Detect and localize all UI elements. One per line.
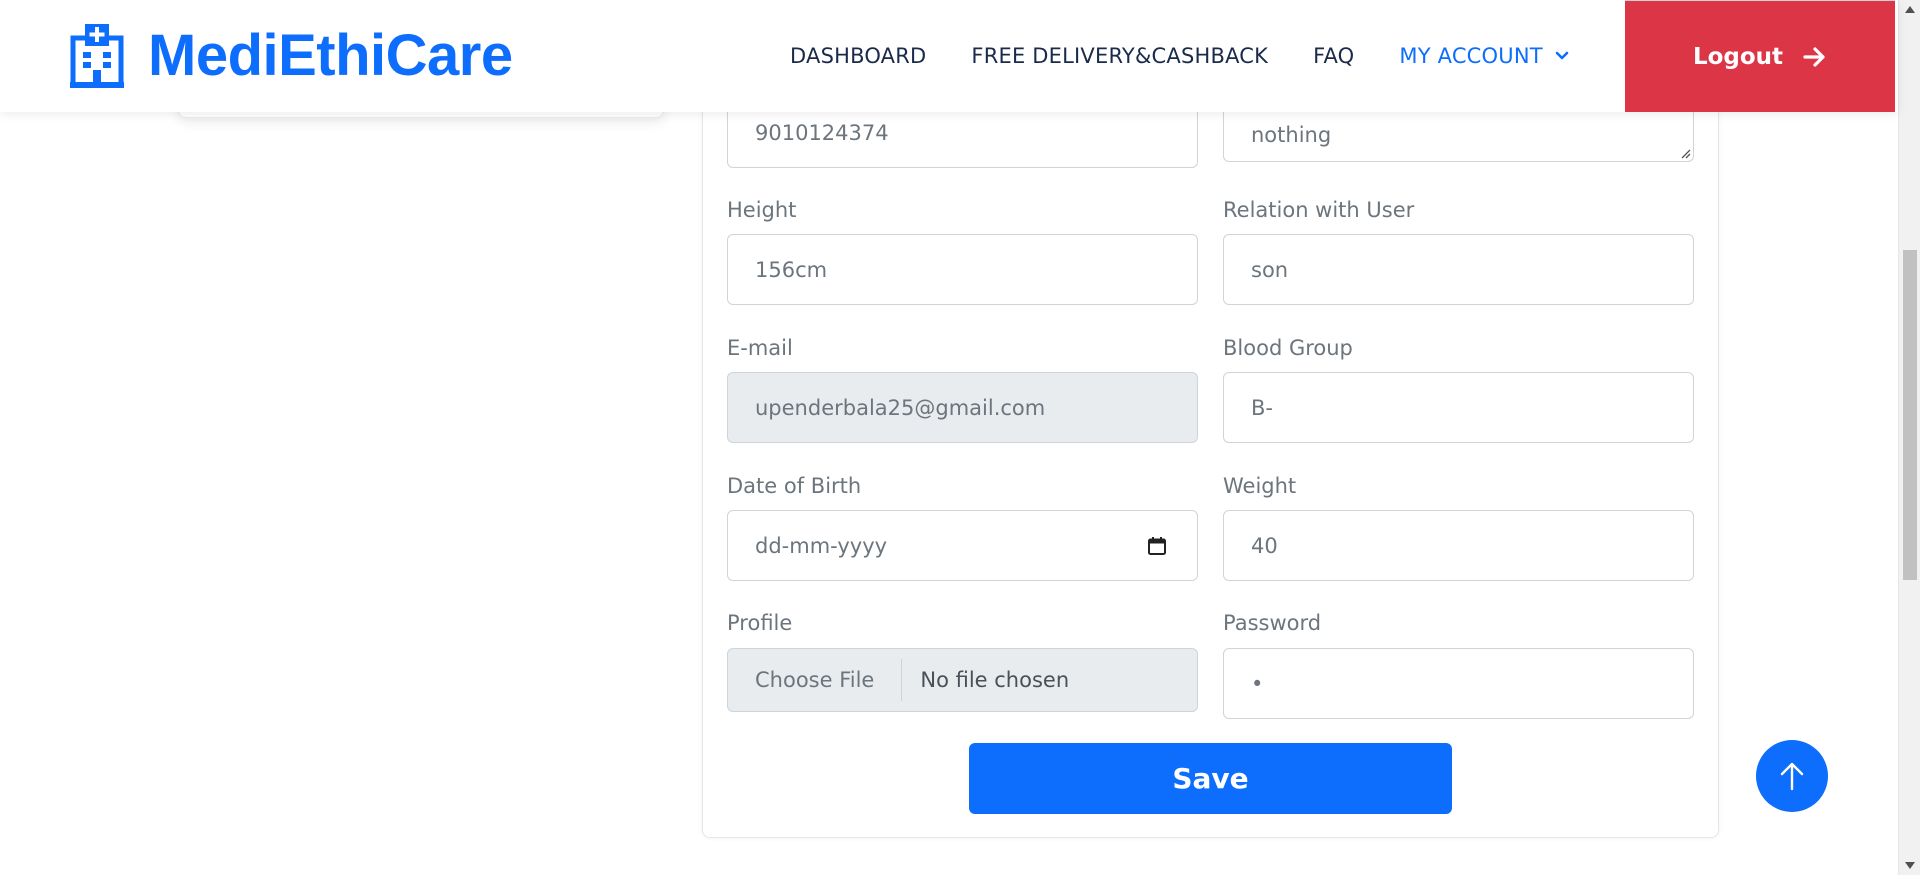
arrow-right-icon — [1803, 46, 1825, 67]
password-value: • — [1251, 671, 1264, 696]
nav-my-account[interactable]: MY ACCOUNT — [1399, 44, 1569, 68]
resize-grip-icon[interactable] — [1679, 147, 1691, 159]
notes-textarea[interactable]: nothing — [1223, 108, 1694, 162]
dob-label: Date of Birth — [727, 474, 862, 498]
email-label: E-mail — [727, 336, 793, 360]
scrollbar-thumb[interactable] — [1903, 250, 1917, 580]
chevron-down-icon — [1555, 51, 1569, 60]
arrow-up-icon — [1780, 762, 1804, 791]
page-scrollbar[interactable] — [1898, 0, 1920, 875]
nav-my-account-label: MY ACCOUNT — [1399, 44, 1543, 68]
dob-input[interactable]: dd-mm-yyyy — [727, 510, 1198, 581]
top-navbar: MediEthiCare DASHBOARD FREE DELIVERY&CAS… — [0, 0, 1898, 112]
blood-group-label: Blood Group — [1223, 336, 1353, 360]
notes-textarea-value: nothing — [1251, 122, 1332, 147]
scroll-up-arrow-icon[interactable] — [1905, 5, 1915, 13]
email-input: upenderbala25@gmail.com — [727, 372, 1198, 443]
blood-group-input[interactable]: B- — [1223, 372, 1694, 443]
dob-value: dd-mm-yyyy — [755, 533, 888, 558]
choose-file-button[interactable]: Choose File — [728, 659, 903, 701]
relation-label: Relation with User — [1223, 198, 1415, 222]
brand-name: MediEthiCare — [148, 23, 513, 88]
nav-dashboard[interactable]: DASHBOARD — [790, 44, 926, 68]
password-input[interactable]: • — [1223, 648, 1694, 719]
password-label: Password — [1223, 611, 1322, 635]
logout-button[interactable]: Logout — [1625, 0, 1895, 112]
weight-label: Weight — [1223, 474, 1297, 498]
nav-links: DASHBOARD FREE DELIVERY&CASHBACK FAQ MY … — [790, 0, 1569, 112]
relation-input[interactable]: son — [1223, 234, 1694, 305]
height-label: Height — [727, 198, 797, 222]
scroll-down-arrow-icon[interactable] — [1905, 862, 1915, 870]
brand-logo[interactable]: MediEthiCare — [70, 22, 513, 90]
profile-file-input[interactable]: Choose File No file chosen — [727, 648, 1198, 712]
logout-label: Logout — [1692, 43, 1784, 70]
nav-free-delivery[interactable]: FREE DELIVERY&CASHBACK — [971, 44, 1268, 68]
hospital-icon — [70, 24, 124, 88]
nav-faq[interactable]: FAQ — [1313, 44, 1354, 68]
back-to-top-button[interactable] — [1756, 740, 1828, 812]
calendar-icon[interactable] — [1147, 536, 1167, 556]
save-button[interactable]: Save — [969, 743, 1452, 814]
height-input[interactable]: 156cm — [727, 234, 1198, 305]
weight-input[interactable]: 40 — [1223, 510, 1694, 581]
file-status: No file chosen — [920, 668, 1070, 692]
profile-label: Profile — [727, 611, 793, 635]
